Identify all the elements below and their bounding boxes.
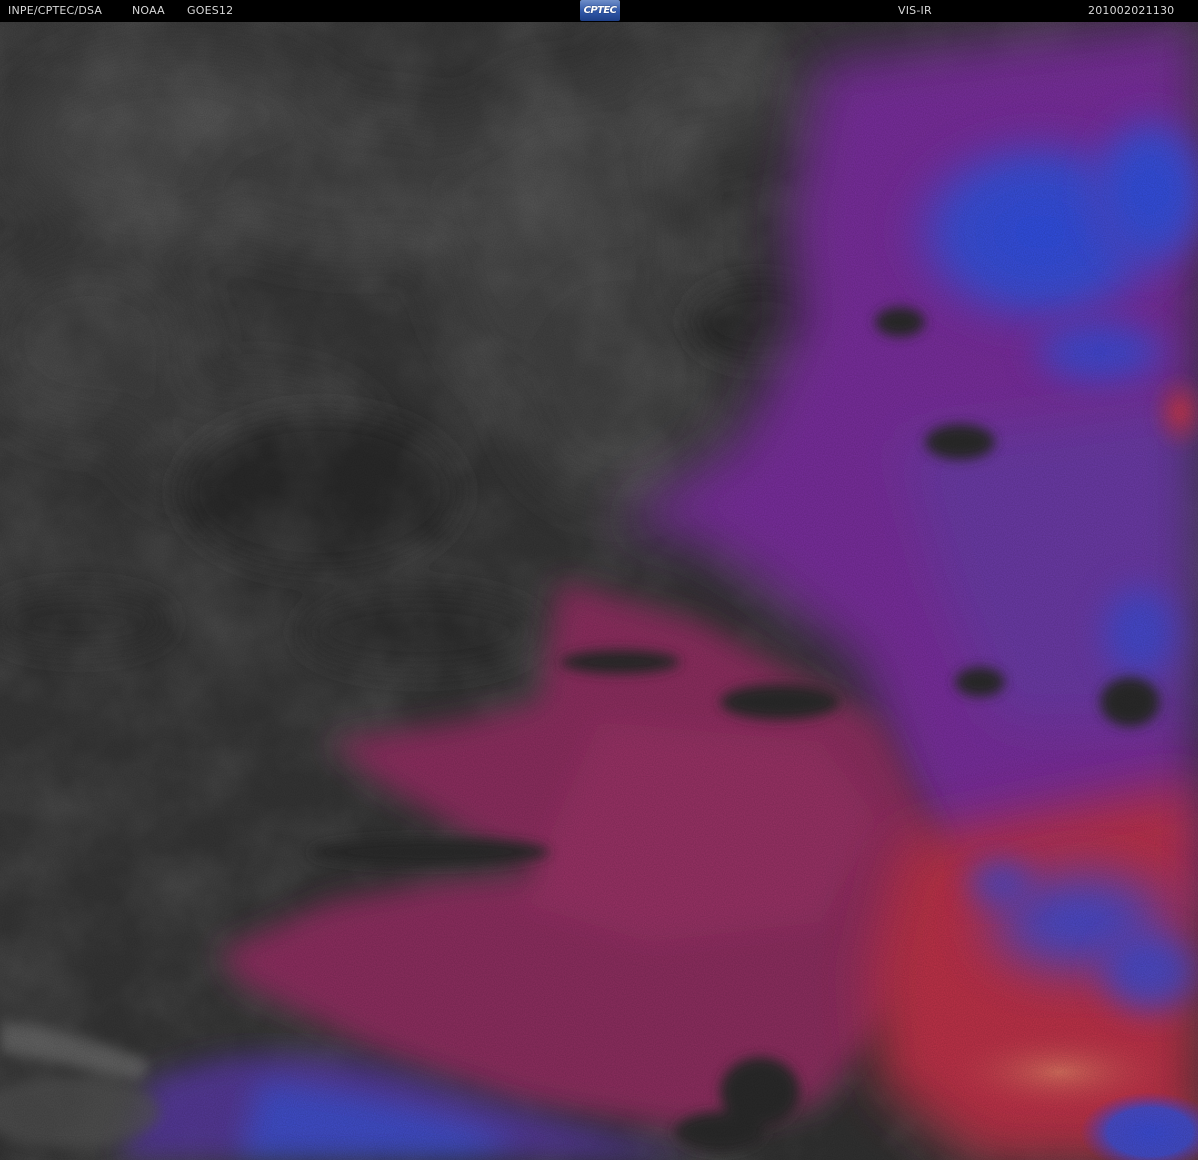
organization-label: INPE/CPTEC/DSA — [8, 4, 103, 17]
cptec-logo-text: CPTEC — [583, 4, 617, 16]
cptec-logo: CPTEC — [580, 0, 620, 21]
image-header-bar: INPE/CPTEC/DSA NOAA GOES12 CPTEC VIS-IR … — [0, 0, 1198, 22]
channel-label: VIS-IR — [898, 4, 932, 17]
agency-label: NOAA — [132, 4, 165, 17]
satellite-image-viewer: INPE/CPTEC/DSA NOAA GOES12 CPTEC VIS-IR … — [0, 0, 1198, 1160]
image-grain — [0, 22, 1198, 1160]
satellite-imagery — [0, 22, 1198, 1160]
satellite-imagery-canvas — [0, 22, 1198, 1160]
satellite-label: GOES12 — [187, 4, 234, 17]
timestamp-label: 201002021130 — [1088, 4, 1175, 17]
